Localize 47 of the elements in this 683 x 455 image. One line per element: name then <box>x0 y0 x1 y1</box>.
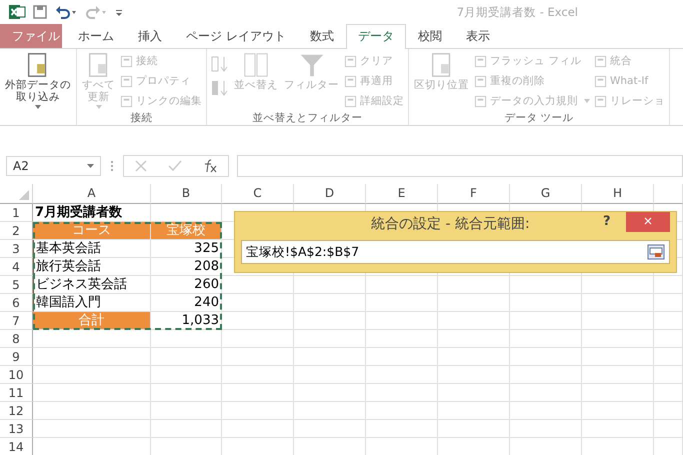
ribbon-tab[interactable]: 校閲 <box>406 24 454 48</box>
row-header[interactable]: 6 <box>0 294 33 312</box>
column-header[interactable]: F <box>438 184 510 204</box>
column-header[interactable]: E <box>366 184 438 204</box>
ribbon-tab[interactable]: ホーム <box>66 24 126 48</box>
table-cell[interactable]: ビジネス英会話 <box>33 276 151 294</box>
column-header[interactable]: B <box>151 184 222 204</box>
column-header[interactable]: A <box>33 184 151 204</box>
row-header[interactable]: 5 <box>0 276 33 294</box>
group-label: 接続 <box>130 111 152 125</box>
row-header[interactable]: 10 <box>0 366 33 384</box>
row-header[interactable]: 7 <box>0 312 33 330</box>
window-title: 7月期受講者数 - Excel <box>456 4 578 20</box>
column-header[interactable]: H <box>582 184 654 204</box>
group-label: 並べ替えとフィルター <box>252 111 362 125</box>
table-cell[interactable]: 260 <box>151 276 222 294</box>
column-header[interactable]: D <box>294 184 366 204</box>
group-label: データ ツール <box>504 111 574 125</box>
table-cell[interactable]: 基本英会話 <box>33 240 151 258</box>
column-header[interactable]: G <box>510 184 582 204</box>
row-header[interactable]: 9 <box>0 348 33 366</box>
row-header[interactable]: 13 <box>0 420 33 438</box>
name-box[interactable]: A2 <box>6 156 101 176</box>
ribbon-tab[interactable]: 挿入 <box>126 24 174 48</box>
row-header[interactable]: 2 <box>0 222 33 240</box>
row-header[interactable]: 3 <box>0 240 33 258</box>
ribbon-tab[interactable]: ページ レイアウト <box>174 24 298 48</box>
range-field[interactable]: 宝塚校!$A$2:$B$7 <box>241 240 670 264</box>
dialog-title: 統合の設定 - 統合元範囲: <box>371 215 530 233</box>
table-cell[interactable]: 1,033 <box>151 312 222 330</box>
ribbon-tab[interactable]: 数式 <box>298 24 346 48</box>
ribbon-tab[interactable]: データ <box>346 24 406 49</box>
column-header[interactable]: C <box>222 184 294 204</box>
row-header[interactable]: 14 <box>0 438 33 455</box>
row-header[interactable]: 1 <box>0 204 33 222</box>
table-cell[interactable]: 旅行英会話 <box>33 258 151 276</box>
help-button[interactable]: ? <box>603 214 611 229</box>
table-cell[interactable]: 325 <box>151 240 222 258</box>
table-cell[interactable]: 208 <box>151 258 222 276</box>
ribbon-tab[interactable]: 表示 <box>454 24 502 48</box>
row-header[interactable]: 12 <box>0 402 33 420</box>
close-button[interactable]: × <box>626 212 670 232</box>
ribbon-button[interactable]: 外部データの 取り込み <box>3 51 73 111</box>
table-cell[interactable]: 240 <box>151 294 222 312</box>
row-header[interactable]: 4 <box>0 258 33 276</box>
row-header[interactable]: 11 <box>0 384 33 402</box>
row-header[interactable]: 8 <box>0 330 33 348</box>
